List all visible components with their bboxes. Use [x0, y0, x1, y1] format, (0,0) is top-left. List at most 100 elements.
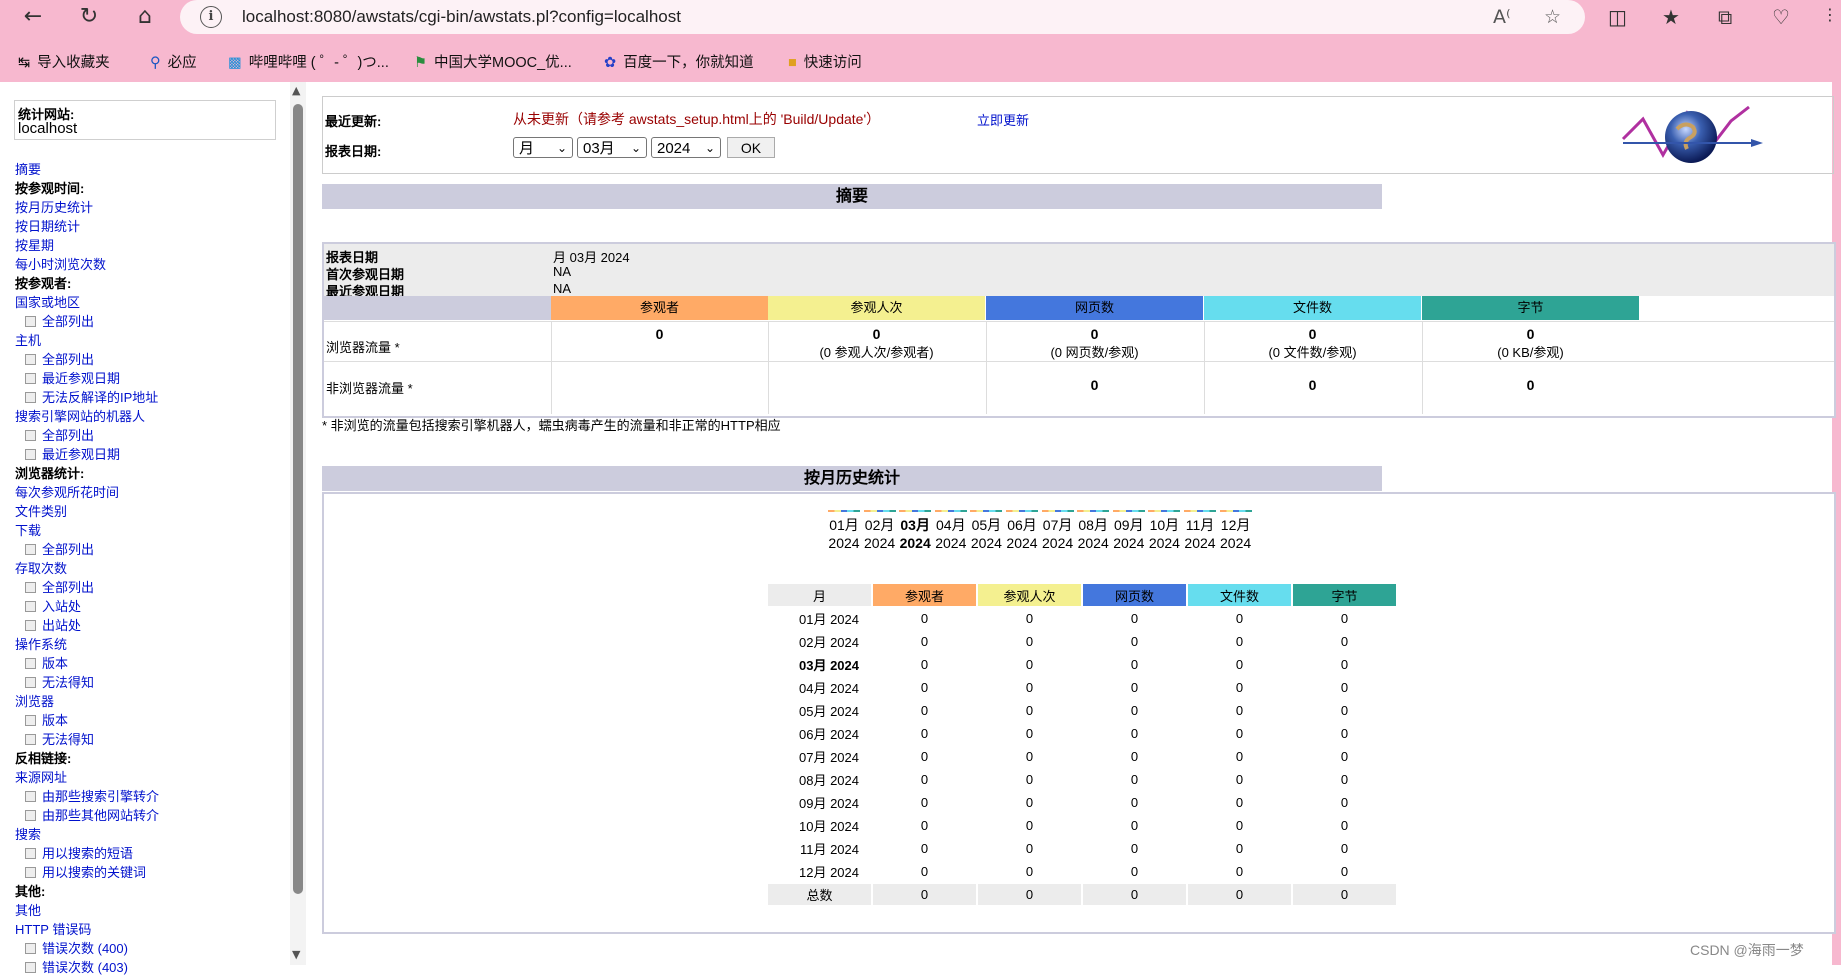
last-update-value: 从未更新（请参考 awstats_setup.html上的 'Build/Upd… — [513, 111, 881, 127]
cell-value: 0 — [1090, 377, 1099, 393]
favorite-star-icon[interactable]: ☆ — [1544, 6, 1561, 28]
value-cell: 0 — [920, 657, 929, 672]
sidebar-item[interactable]: 摘要 — [15, 160, 159, 179]
sidebar-item[interactable]: 版本 — [15, 654, 159, 673]
scroll-down-icon[interactable]: ▼ — [292, 948, 300, 961]
month-bar-baseline — [934, 510, 967, 512]
bookmark-quick-access[interactable]: ■ 快速访问 — [788, 51, 862, 72]
update-now-link[interactable]: 立即更新 — [977, 110, 1029, 129]
value-cell: 0 — [1025, 795, 1034, 810]
sidebar-item[interactable]: 主机 — [15, 331, 159, 350]
cell-value: 0 — [1308, 377, 1317, 393]
sidebar-item[interactable]: 入站处 — [15, 597, 159, 616]
summary-row-value: NA — [553, 281, 572, 296]
sidebar-item-label: 版本 — [42, 713, 69, 728]
sidebar-scrollbar[interactable]: ▲ ▼ — [290, 82, 306, 965]
month-cell: 11月 2024 — [799, 842, 859, 857]
sidebar-item: 其他: — [15, 882, 159, 901]
sidebar-item[interactable]: 错误次数 (403) — [15, 958, 159, 977]
ok-button[interactable]: OK — [727, 137, 775, 158]
sidebar-item[interactable]: 其他 — [15, 901, 159, 920]
collections-icon[interactable]: ⧉ — [1718, 5, 1732, 29]
bookmark-bing[interactable]: ⚲ 必应 — [150, 51, 197, 72]
footnote: * 非浏览的流量包括搜索引擎机器人，蠕虫病毒产生的流量和非正常的HTTP相应 — [322, 418, 781, 433]
sidebar-item[interactable]: 下载 — [15, 521, 159, 540]
sidebar-item[interactable]: 每次参观所花时间 — [15, 483, 159, 502]
sidebar-item-label: 用以搜索的短语 — [42, 846, 134, 861]
sidebar-item[interactable]: 来源网址 — [15, 768, 159, 787]
bookmark-mooc[interactable]: ⚑ 中国大学MOOC_优... — [414, 51, 572, 72]
scroll-up-icon[interactable]: ▲ — [292, 84, 300, 97]
sidebar-item[interactable]: 出站处 — [15, 616, 159, 635]
month-bar-baseline — [1006, 510, 1038, 512]
bookmark-baidu[interactable]: ✿ 百度一下，你就知道 — [604, 51, 754, 72]
value-cell: 0 — [1235, 864, 1244, 879]
sidebar-item[interactable]: HTTP 错误码 — [15, 920, 159, 939]
sidebar-item[interactable]: 全部列出 — [15, 540, 159, 559]
more-icon[interactable]: ⋮ — [1822, 5, 1838, 24]
sidebar-item[interactable]: 无法得知 — [15, 673, 159, 692]
month-bar-baseline — [1148, 510, 1181, 512]
cell-sub-value: (0 文件数/参观) — [1268, 345, 1357, 360]
sidebar-item-label: 来源网址 — [15, 770, 68, 785]
address-bar[interactable]: i localhost:8080/awstats/cgi-bin/awstats… — [180, 0, 1585, 34]
total-cell: 0 — [978, 884, 1081, 905]
sidebar-item-label: 其他 — [15, 903, 42, 918]
period-select[interactable]: 月 ⌄ — [513, 137, 573, 158]
read-aloud-icon[interactable]: A⁽ — [1493, 6, 1511, 28]
sidebar-item[interactable]: 存取次数 — [15, 559, 159, 578]
page-icon — [25, 601, 36, 612]
scrollbar-thumb[interactable] — [293, 104, 303, 894]
url-text[interactable]: localhost:8080/awstats/cgi-bin/awstats.p… — [242, 7, 681, 27]
sidebar-item[interactable]: 操作系统 — [15, 635, 159, 654]
sidebar-item[interactable]: 按日期统计 — [15, 217, 159, 236]
sidebar-item[interactable]: 无法反解译的IP地址 — [15, 388, 159, 407]
nonbrowser-traffic-cell: 0 — [986, 377, 1203, 393]
sidebar-item[interactable]: 搜索 — [15, 825, 159, 844]
value-cell: 0 — [1235, 726, 1244, 741]
sidebar-item[interactable]: 国家或地区 — [15, 293, 159, 312]
bookmark-bilibili[interactable]: ▩ 哔哩哔哩 ( ゜- ゜)つ... — [228, 51, 389, 72]
sidebar-item[interactable]: 按月历史统计 — [15, 198, 159, 217]
sidebar-item[interactable]: 由那些其他网站转介 — [15, 806, 159, 825]
cell-sub-value: (0 网页数/参观) — [1050, 345, 1139, 360]
table-row: 09月 2024 0 0 0 0 0 — [768, 792, 1396, 813]
sidebar-item[interactable]: 文件类别 — [15, 502, 159, 521]
sidebar-item-label: 错误次数 (400) — [42, 941, 128, 956]
home-icon[interactable]: ⌂ — [130, 4, 160, 30]
site-info-icon[interactable]: i — [200, 6, 222, 28]
flag-icon: ⚑ — [414, 55, 427, 71]
value-cell: 0 — [1235, 818, 1244, 833]
sidebar-item[interactable]: 最近参观日期 — [15, 369, 159, 388]
sidebar-item[interactable]: 最近参观日期 — [15, 445, 159, 464]
sidebar-item: 浏览器统计: — [15, 464, 159, 483]
value-cell: 0 — [1340, 680, 1349, 695]
value-cell: 0 — [1340, 634, 1349, 649]
favorites-icon[interactable]: ★ — [1662, 5, 1680, 29]
sidebar-item[interactable]: 全部列出 — [15, 426, 159, 445]
sidebar-item[interactable]: 浏览器 — [15, 692, 159, 711]
refresh-icon[interactable]: ↻ — [74, 4, 104, 30]
sidebar-item[interactable]: 每小时浏览次数 — [15, 255, 159, 274]
year-select[interactable]: 2024 ⌄ — [651, 137, 721, 158]
sidebar-item[interactable]: 用以搜索的短语 — [15, 844, 159, 863]
cell-sub-value: (0 KB/参观) — [1497, 345, 1564, 360]
sidebar-item[interactable]: 全部列出 — [15, 350, 159, 369]
back-icon[interactable]: ← — [18, 4, 48, 30]
sidebar-item[interactable]: 错误次数 (400) — [15, 939, 159, 958]
heart-monitor-icon[interactable]: ♡ — [1772, 5, 1790, 29]
sidebar-item[interactable]: 全部列出 — [15, 312, 159, 331]
split-screen-icon[interactable]: ◫ — [1608, 5, 1627, 29]
month-select[interactable]: 03月 ⌄ — [577, 137, 647, 158]
sidebar-item[interactable]: 版本 — [15, 711, 159, 730]
sidebar-item[interactable]: 用以搜索的关键词 — [15, 863, 159, 882]
sidebar-item-label: 入站处 — [42, 599, 82, 614]
sidebar-item[interactable]: 由那些搜索引擎转介 — [15, 787, 159, 806]
table-row: 10月 2024 0 0 0 0 0 — [768, 815, 1396, 836]
sidebar-item[interactable]: 全部列出 — [15, 578, 159, 597]
value-cell: 0 — [920, 795, 929, 810]
sidebar-item[interactable]: 搜索引擎网站的机器人 — [15, 407, 159, 426]
bookmark-import[interactable]: ↹ 导入收藏夹 — [18, 51, 110, 72]
sidebar-item[interactable]: 无法得知 — [15, 730, 159, 749]
sidebar-item[interactable]: 按星期 — [15, 236, 159, 255]
